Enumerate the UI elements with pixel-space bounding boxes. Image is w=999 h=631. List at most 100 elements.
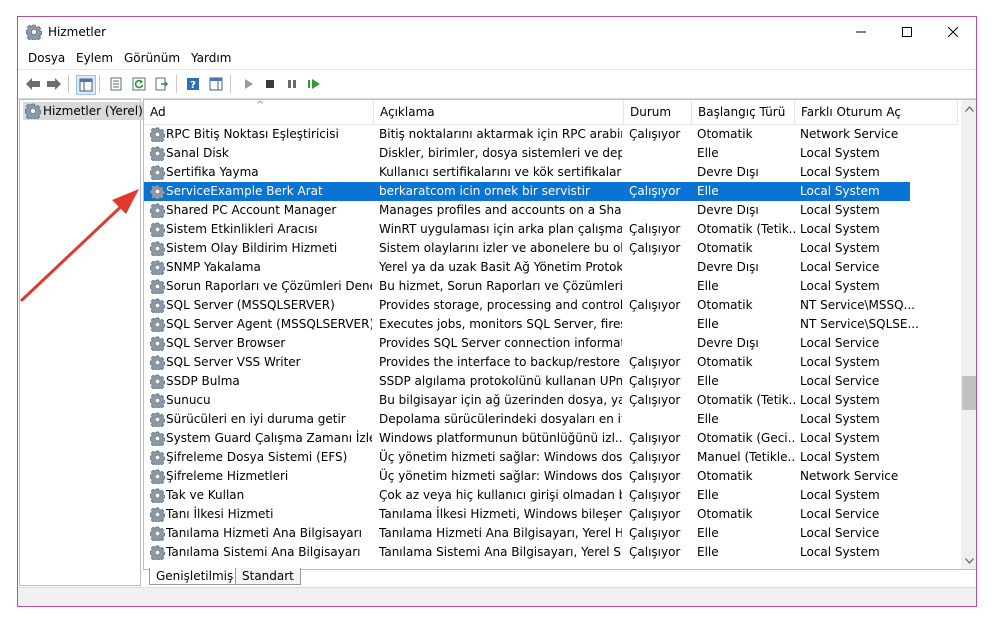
- menu-gorunum[interactable]: Görünüm: [124, 51, 180, 65]
- scroll-up-button[interactable]: [961, 100, 976, 117]
- close-icon: [948, 27, 958, 37]
- service-row[interactable]: Tanı İlkesi Hizmeti Tanılama İlkesi Hizme…: [144, 505, 958, 524]
- column-header-baslangic-turu[interactable]: Başlangıç Türü: [692, 100, 795, 124]
- close-button[interactable]: [930, 17, 976, 47]
- menu-eylem[interactable]: Eylem: [76, 51, 113, 65]
- service-row[interactable]: Sorun Raporları ve Çözümleri Deneti... Bu…: [144, 277, 958, 296]
- column-header-aciklama[interactable]: Açıklama: [374, 100, 624, 124]
- service-gear-icon: [150, 127, 165, 142]
- stop-button[interactable]: [261, 75, 279, 93]
- service-row[interactable]: RPC Bitiş Noktası Eşleştiricisi Bitiş nok…: [144, 125, 958, 144]
- minimize-button[interactable]: [838, 17, 884, 47]
- tab-genisletilmis[interactable]: Genişletilmiş: [149, 568, 241, 585]
- service-description: Provides the interface to backup/restore…: [379, 355, 622, 369]
- menu-yardim[interactable]: Yardım: [191, 51, 231, 65]
- console-tree-button[interactable]: [76, 75, 96, 95]
- service-name: Sunucu: [166, 393, 211, 407]
- service-logon-as: Local System: [800, 279, 880, 293]
- service-row[interactable]: ServiceExample Berk Arat berkaratcom icin…: [144, 182, 910, 201]
- service-description: Depolama sürücülerindeki dosyaları en iy…: [379, 412, 622, 426]
- properties-button[interactable]: [107, 75, 125, 93]
- service-row[interactable]: SQL Server (MSSQLSERVER) Provides storage…: [144, 296, 958, 315]
- help-button[interactable]: ?: [184, 75, 202, 93]
- tree-node-hizmetler-yerel[interactable]: Hizmetler (Yerel): [23, 102, 147, 120]
- scroll-down-button[interactable]: [961, 552, 976, 569]
- service-gear-icon: [150, 412, 165, 427]
- service-status: Çalışıyor: [629, 431, 681, 445]
- service-description: Tanılama Sistemi Ana Bilgisayarı, Yerel …: [379, 545, 622, 559]
- service-row[interactable]: Tak ve Kullan Çok az veya hiç kullanıcı g…: [144, 486, 958, 505]
- service-description: Tanılama Hizmeti Ana Bilgisayarı, Yerel …: [379, 526, 622, 540]
- column-header-ad[interactable]: ^ Ad: [144, 100, 374, 124]
- maximize-button[interactable]: [884, 17, 930, 47]
- export-button[interactable]: [153, 75, 171, 93]
- service-startup-type: Manuel (Tetikle...: [697, 450, 795, 464]
- chevron-up-icon: [965, 105, 974, 112]
- scroll-thumb[interactable]: [962, 376, 976, 410]
- show-pane-button[interactable]: [207, 75, 225, 93]
- service-logon-as: Local System: [800, 450, 880, 464]
- service-row[interactable]: Sürücüleri en iyi duruma getir Depolama s…: [144, 410, 958, 429]
- vertical-scrollbar[interactable]: [961, 100, 976, 569]
- service-row[interactable]: SQL Server Agent (MSSQLSERVER) Executes j…: [144, 315, 958, 334]
- service-row[interactable]: Tanılama Sistemi Ana Bilgisayarı Tanılama…: [144, 543, 958, 562]
- service-startup-type: Otomatik (Tetik...: [697, 393, 795, 407]
- service-row[interactable]: Tanılama Hizmeti Ana Bilgisayarı Tanılama…: [144, 524, 958, 543]
- service-row[interactable]: Sistem Etkinlikleri Aracısı WinRT uygulam…: [144, 220, 958, 239]
- service-row[interactable]: Sertifika Yayma Kullanıcı sertifikalarını…: [144, 163, 958, 182]
- service-description: Kullanıcı sertifikalarını ve kök sertifi…: [379, 165, 622, 179]
- service-name: SQL Server Agent (MSSQLSERVER): [166, 317, 372, 331]
- start-icon: [245, 79, 253, 89]
- service-description: SSDP algılama protokolünü kullanan UPnP …: [379, 374, 622, 388]
- service-row[interactable]: SQL Server Browser Provides SQL Server co…: [144, 334, 958, 353]
- tab-standart[interactable]: Standart: [235, 568, 301, 585]
- service-description: Bu hizmet, Sorun Raporları ve Çözümleri …: [379, 279, 622, 293]
- service-status: [629, 277, 691, 296]
- service-startup-type: Elle: [697, 526, 719, 540]
- forward-button[interactable]: [45, 75, 63, 93]
- service-gear-icon: [150, 374, 165, 389]
- service-description: Üç yönetim hizmeti sağlar: Windows dosya…: [379, 450, 622, 464]
- menu-dosya[interactable]: Dosya: [28, 51, 65, 65]
- service-row[interactable]: Şifreleme Hizmetleri Üç yönetim hizmeti s…: [144, 467, 958, 486]
- service-row[interactable]: Sanal Disk Diskler, birimler, dosya siste…: [144, 144, 958, 163]
- stop-icon: [266, 80, 274, 88]
- service-row[interactable]: System Guard Çalışma Zamanı İzleyi... Win…: [144, 429, 958, 448]
- service-row[interactable]: Sunucu Bu bilgisayar için ağ üzerinden do…: [144, 391, 958, 410]
- service-status: [629, 410, 691, 429]
- service-row[interactable]: Shared PC Account Manager Manages profile…: [144, 201, 958, 220]
- restart-button[interactable]: [305, 75, 323, 93]
- help-icon: ?: [187, 78, 199, 91]
- service-description: WinRT uygulaması için arka plan çalışmas…: [379, 222, 622, 236]
- service-startup-type: Otomatik: [697, 469, 753, 483]
- service-name: Sistem Etkinlikleri Aracısı: [166, 222, 318, 236]
- window-title: Hizmetler: [48, 25, 107, 39]
- service-startup-type: Otomatik: [697, 355, 753, 369]
- service-gear-icon: [150, 222, 165, 237]
- pause-icon: [288, 80, 296, 88]
- service-startup-type: Elle: [697, 146, 719, 160]
- service-row[interactable]: Sistem Olay Bildirim Hizmeti Sistem olayl…: [144, 239, 958, 258]
- service-gear-icon: [150, 184, 165, 199]
- refresh-icon: [132, 77, 146, 91]
- service-row[interactable]: Şifreleme Dosya Sistemi (EFS) Üç yönetim …: [144, 448, 958, 467]
- toolbar: ?: [18, 69, 976, 99]
- service-description: Yerel ya da uzak Basit Ağ Yönetim Protok…: [379, 260, 622, 274]
- service-logon-as: Network Service: [800, 127, 899, 141]
- refresh-button[interactable]: [130, 75, 148, 93]
- back-button[interactable]: [24, 75, 42, 93]
- service-description: Executes jobs, monitors SQL Server, fire…: [379, 317, 622, 331]
- start-button[interactable]: [239, 75, 257, 93]
- service-row[interactable]: SNMP Yakalama Yerel ya da uzak Basit Ağ Y…: [144, 258, 958, 277]
- service-description: Provides SQL Server connection informati…: [379, 336, 622, 350]
- service-name: Sertifika Yayma: [166, 165, 259, 179]
- service-logon-as: Local System: [800, 184, 880, 198]
- service-row[interactable]: SQL Server VSS Writer Provides the interf…: [144, 353, 958, 372]
- service-startup-type: Otomatik: [697, 507, 753, 521]
- column-header-farkli-oturum-ac[interactable]: Farklı Oturum Aç: [795, 100, 958, 124]
- column-header-durum[interactable]: Durum: [624, 100, 692, 124]
- service-row[interactable]: SSDP Bulma SSDP algılama protokolünü kull…: [144, 372, 958, 391]
- service-status: Çalışıyor: [629, 298, 681, 312]
- service-startup-type: Elle: [697, 488, 719, 502]
- pause-button[interactable]: [283, 75, 301, 93]
